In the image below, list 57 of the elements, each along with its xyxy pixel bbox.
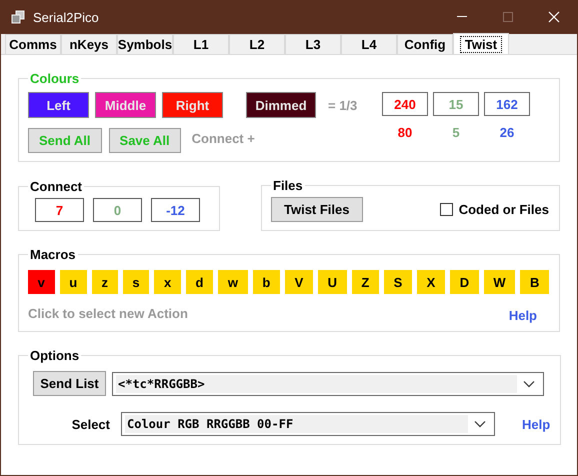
tab[interactable]: nKeys	[61, 34, 117, 54]
ratio-label: = 1/3	[328, 98, 358, 112]
macro-key[interactable]: z	[92, 270, 118, 294]
group-title: Colours	[29, 71, 80, 86]
value-field[interactable]: -12	[151, 198, 200, 222]
tab[interactable]: Config	[397, 34, 453, 54]
macro-key[interactable]: x	[154, 270, 181, 294]
macro-key[interactable]: Z	[352, 270, 379, 294]
send-list-button[interactable]: Send List	[33, 371, 106, 396]
hint-text: Click to select new Action	[28, 306, 188, 321]
value-field[interactable]: 240	[382, 92, 428, 116]
tab[interactable]: L3	[285, 34, 341, 54]
macro-key[interactable]: d	[186, 270, 214, 294]
scaled-value: 5	[451, 125, 461, 140]
scaled-value: 26	[498, 125, 516, 140]
group-title: Connect	[29, 179, 83, 194]
select-dropdown[interactable]: Colour RGB RRGGBB 00-FF	[121, 412, 495, 436]
scaled-value: 80	[396, 125, 414, 140]
colour-button[interactable]: Left	[28, 92, 89, 118]
send-list-dropdown[interactable]: <*tc*RRGGBB>	[112, 372, 544, 396]
macro-key[interactable]: B	[520, 270, 550, 294]
macro-key[interactable]: v	[28, 270, 55, 294]
group-title: Files	[272, 178, 304, 193]
connect-label: Connect +	[192, 131, 255, 146]
app-icon	[11, 10, 25, 24]
macro-key[interactable]: V	[284, 270, 313, 294]
value-field[interactable]: 162	[484, 92, 530, 116]
window-title: Serial2Pico	[33, 10, 100, 24]
macro-key[interactable]: W	[484, 270, 516, 294]
macro-key[interactable]: X	[417, 270, 446, 294]
group-title: Macros	[29, 247, 77, 262]
macro-key[interactable]: S	[384, 270, 412, 294]
macro-key[interactable]: b	[252, 270, 280, 294]
macro-key[interactable]: s	[122, 270, 150, 294]
checkbox-label: Coded or Files	[458, 202, 549, 217]
help-link[interactable]: Help	[522, 416, 550, 432]
tab[interactable]: L2	[229, 34, 285, 54]
tab[interactable]: Comms	[5, 34, 61, 54]
select-label: Select	[70, 416, 110, 432]
chevron-down-icon	[474, 420, 486, 428]
macro-key[interactable]: w	[218, 270, 248, 294]
checkbox[interactable]	[440, 203, 453, 216]
macro-key[interactable]: u	[60, 270, 87, 294]
chevron-down-icon	[523, 380, 535, 388]
minimize-icon[interactable]	[457, 16, 467, 18]
tab[interactable]: Symbols	[117, 34, 173, 54]
dimmed-button[interactable]: Dimmed	[246, 92, 316, 118]
value-field[interactable]: 7	[35, 198, 84, 222]
close-icon[interactable]	[548, 11, 560, 23]
help-link[interactable]: Help	[508, 308, 537, 323]
macro-key[interactable]: D	[450, 270, 479, 294]
twist-files-button[interactable]: Twist Files	[271, 197, 362, 222]
macro-key[interactable]: U	[318, 270, 347, 294]
group-title: Options	[29, 348, 80, 363]
tab[interactable]: L4	[341, 34, 397, 54]
tab[interactable]: L1	[173, 34, 229, 54]
tab[interactable]: Twist	[453, 33, 509, 54]
